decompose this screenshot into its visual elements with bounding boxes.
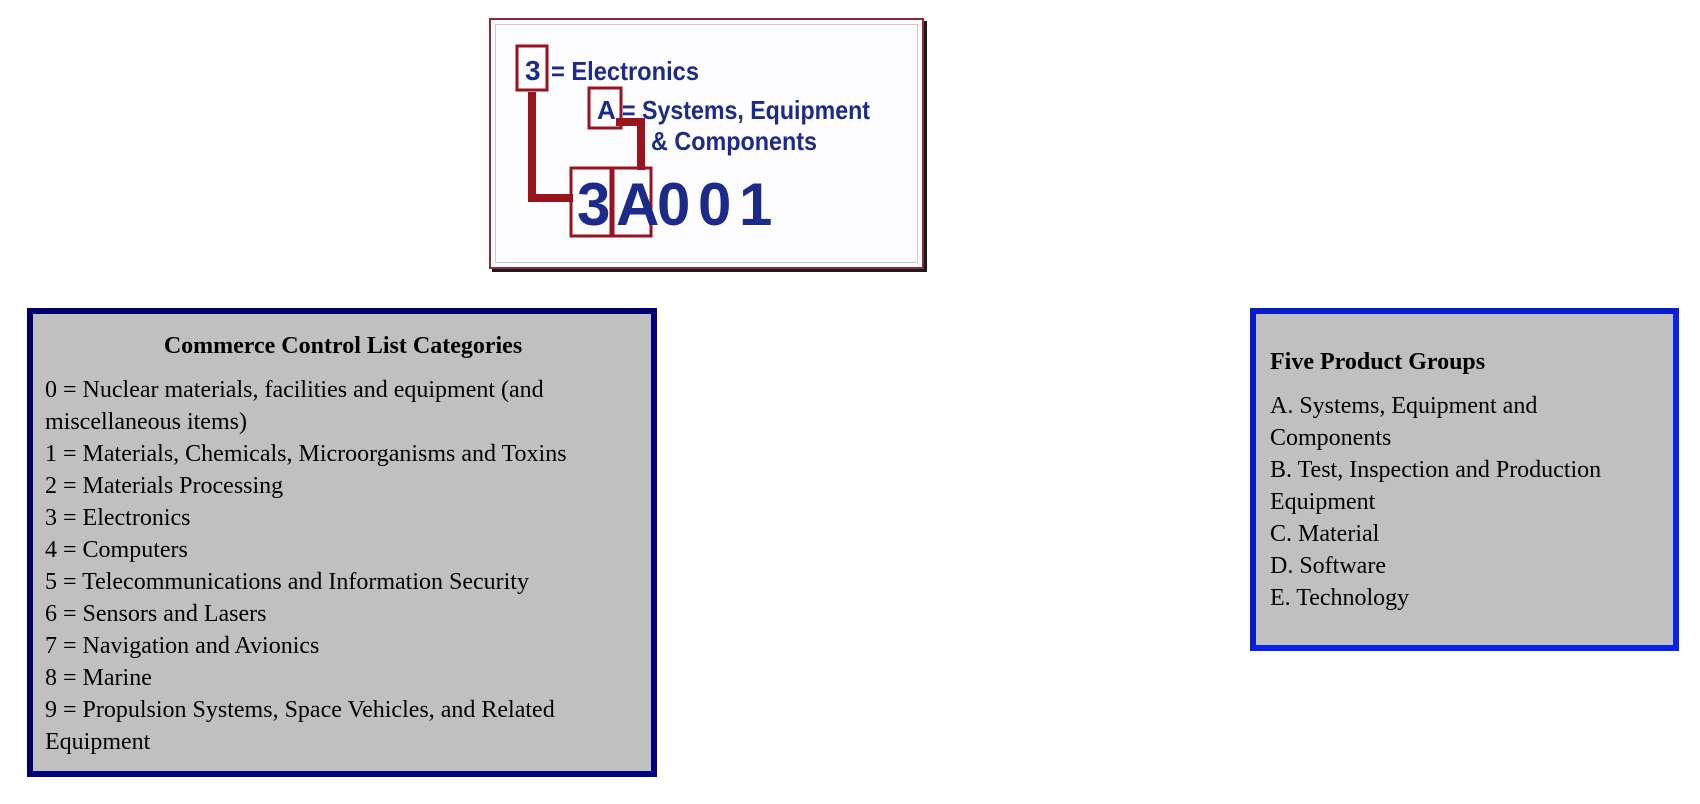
ccl-category-item: 1 = Materials, Chemicals, Microorganisms…: [45, 441, 567, 467]
logo-digit: 1: [739, 171, 772, 238]
logo-line2-text: = Systems, Equipment: [622, 95, 870, 125]
logo-digit: 0: [698, 171, 731, 238]
ccl-category-item: 7 = Navigation and Avionics: [45, 633, 320, 659]
logo-digit: A: [616, 171, 659, 238]
ccl-category-item: 5 = Telecommunications and Information S…: [45, 569, 529, 595]
ccl-category-item: 0 = Nuclear materials, facilities and eq…: [45, 377, 544, 435]
logo-line2-code: A: [597, 95, 616, 125]
connector-line-category: [528, 92, 573, 202]
product-group-item: C. Material: [1270, 521, 1380, 547]
product-groups-panel: Five Product Groups A. Systems, Equipmen…: [1250, 308, 1679, 651]
ccl-category-item: 4 = Computers: [45, 537, 188, 563]
product-groups-title: Five Product Groups: [1270, 349, 1486, 375]
product-group-item: D. Software: [1270, 553, 1386, 579]
ccl-category-item: 9 = Propulsion Systems, Space Vehicles, …: [45, 697, 555, 755]
ccl-categories-list: 0 = Nuclear materials, facilities and eq…: [45, 374, 641, 758]
eccn-diagram-svg: 3 = Electronics A = Systems, Equipment &…: [515, 44, 870, 238]
product-groups-list: A. Systems, Equipment and Components B. …: [1270, 390, 1663, 614]
product-group-item: B. Test, Inspection and Production Equip…: [1270, 457, 1602, 515]
logo-line1-text: = Electronics: [551, 56, 699, 86]
logo-line3-text: & Components: [651, 126, 817, 156]
product-group-item: E. Technology: [1270, 585, 1410, 611]
ccl-categories-title: Commerce Control List Categories: [163, 333, 523, 359]
product-group-item: A. Systems, Equipment and Components: [1270, 393, 1538, 451]
logo-line1-code: 3: [525, 55, 541, 86]
eccn-diagram-image: 3 = Electronics A = Systems, Equipment &…: [489, 18, 924, 269]
ccl-category-item: 8 = Marine: [45, 665, 152, 691]
ccl-categories-panel: Commerce Control List Categories 0 = Nuc…: [27, 308, 657, 777]
ccl-category-item: 3 = Electronics: [45, 505, 191, 531]
ccl-category-item: 2 = Materials Processing: [45, 473, 284, 499]
logo-digit: 3: [577, 171, 610, 238]
logo-digit: 0: [657, 171, 690, 238]
page: 3 = Electronics A = Systems, Equipment &…: [0, 0, 1700, 804]
ccl-category-item: 6 = Sensors and Lasers: [45, 601, 267, 627]
